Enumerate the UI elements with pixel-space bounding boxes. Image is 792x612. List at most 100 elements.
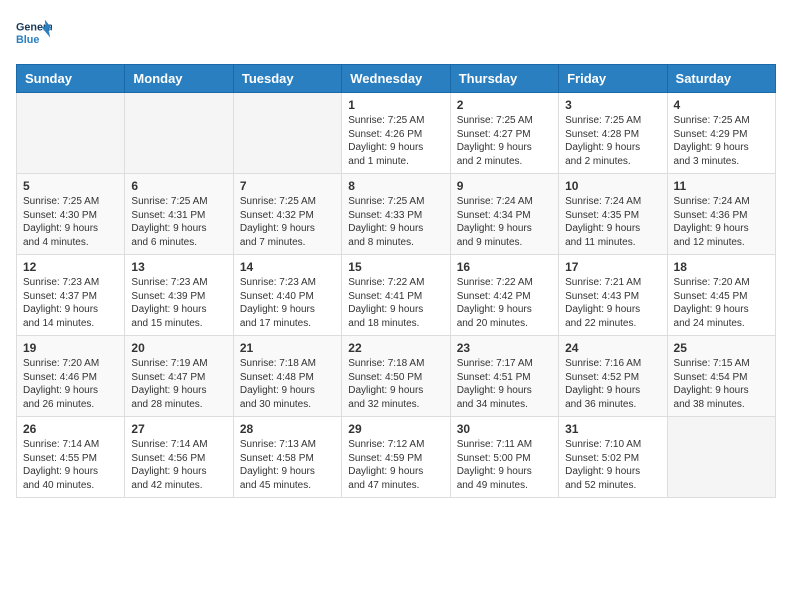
calendar-week-row: 12 Sunrise: 7:23 AM Sunset: 4:37 PM Dayli… [17,255,776,336]
calendar-week-row: 26 Sunrise: 7:14 AM Sunset: 4:55 PM Dayli… [17,417,776,498]
calendar-cell: 1 Sunrise: 7:25 AM Sunset: 4:26 PM Daylig… [342,93,450,174]
day-info: Sunrise: 7:20 AM Sunset: 4:45 PM Dayligh… [674,276,769,330]
day-number: 4 [674,98,769,112]
calendar-cell: 6 Sunrise: 7:25 AM Sunset: 4:31 PM Daylig… [125,174,233,255]
calendar-cell: 13 Sunrise: 7:23 AM Sunset: 4:39 PM Dayli… [125,255,233,336]
calendar-cell: 20Sunrise: 7:19 AM Sunset: 4:47 PM Dayli… [125,336,233,417]
day-info: Sunrise: 7:16 AM Sunset: 4:52 PM Dayligh… [565,357,660,411]
day-number: 13 [131,260,226,274]
day-number: 18 [674,260,769,274]
weekday-header: Monday [125,65,233,93]
calendar-cell: 26 Sunrise: 7:14 AM Sunset: 4:55 PM Dayli… [17,417,125,498]
day-number: 31 [565,422,660,436]
day-info: Sunrise: 7:25 AM Sunset: 4:29 PM Dayligh… [674,114,769,168]
weekday-header: Tuesday [233,65,341,93]
calendar-cell: 18 Sunrise: 7:20 AM Sunset: 4:45 PM Dayli… [667,255,775,336]
calendar-cell: 14Sunrise: 7:23 AM Sunset: 4:40 PM Dayli… [233,255,341,336]
calendar-cell: 29Sunrise: 7:12 AM Sunset: 4:59 PM Dayli… [342,417,450,498]
day-number: 28 [240,422,335,436]
calendar-cell: 31 Sunrise: 7:10 AM Sunset: 5:02 PM Dayli… [559,417,667,498]
logo: GeneralBlue [16,16,52,52]
day-number: 12 [23,260,118,274]
day-number: 5 [23,179,118,193]
day-number: 9 [457,179,552,193]
calendar-cell: 3Sunrise: 7:25 AM Sunset: 4:28 PM Daylig… [559,93,667,174]
weekday-header: Thursday [450,65,558,93]
logo-icon: GeneralBlue [16,16,52,52]
day-number: 15 [348,260,443,274]
weekday-header: Friday [559,65,667,93]
calendar-cell: 19 Sunrise: 7:20 AM Sunset: 4:46 PM Dayli… [17,336,125,417]
day-info: Sunrise: 7:18 AM Sunset: 4:50 PM Dayligh… [348,357,443,411]
calendar-cell: 10Sunrise: 7:24 AM Sunset: 4:35 PM Dayli… [559,174,667,255]
weekday-header: Sunday [17,65,125,93]
day-info: Sunrise: 7:14 AM Sunset: 4:55 PM Dayligh… [23,438,118,492]
day-number: 16 [457,260,552,274]
day-info: Sunrise: 7:25 AM Sunset: 4:31 PM Dayligh… [131,195,226,249]
calendar-cell: 27Sunrise: 7:14 AM Sunset: 4:56 PM Dayli… [125,417,233,498]
calendar-cell: 12 Sunrise: 7:23 AM Sunset: 4:37 PM Dayli… [17,255,125,336]
day-number: 25 [674,341,769,355]
calendar-cell: 15 Sunrise: 7:22 AM Sunset: 4:41 PM Dayli… [342,255,450,336]
calendar-week-row: 1 Sunrise: 7:25 AM Sunset: 4:26 PM Daylig… [17,93,776,174]
calendar-cell: 24 Sunrise: 7:16 AM Sunset: 4:52 PM Dayli… [559,336,667,417]
calendar-cell [125,93,233,174]
svg-text:Blue: Blue [16,34,39,46]
day-number: 19 [23,341,118,355]
day-info: Sunrise: 7:15 AM Sunset: 4:54 PM Dayligh… [674,357,769,411]
day-info: Sunrise: 7:25 AM Sunset: 4:32 PM Dayligh… [240,195,335,249]
day-info: Sunrise: 7:24 AM Sunset: 4:36 PM Dayligh… [674,195,769,249]
calendar-cell [667,417,775,498]
day-info: Sunrise: 7:20 AM Sunset: 4:46 PM Dayligh… [23,357,118,411]
day-info: Sunrise: 7:11 AM Sunset: 5:00 PM Dayligh… [457,438,552,492]
day-number: 6 [131,179,226,193]
calendar-cell: 7 Sunrise: 7:25 AM Sunset: 4:32 PM Daylig… [233,174,341,255]
calendar-cell: 4 Sunrise: 7:25 AM Sunset: 4:29 PM Daylig… [667,93,775,174]
day-number: 21 [240,341,335,355]
calendar-cell: 23 Sunrise: 7:17 AM Sunset: 4:51 PM Dayli… [450,336,558,417]
calendar-cell: 8Sunrise: 7:25 AM Sunset: 4:33 PM Daylig… [342,174,450,255]
day-number: 26 [23,422,118,436]
day-info: Sunrise: 7:25 AM Sunset: 4:28 PM Dayligh… [565,114,660,168]
day-info: Sunrise: 7:18 AM Sunset: 4:48 PM Dayligh… [240,357,335,411]
day-number: 29 [348,422,443,436]
calendar: SundayMondayTuesdayWednesdayThursdayFrid… [16,64,776,498]
calendar-cell: 28Sunrise: 7:13 AM Sunset: 4:58 PM Dayli… [233,417,341,498]
day-number: 30 [457,422,552,436]
day-number: 22 [348,341,443,355]
day-info: Sunrise: 7:25 AM Sunset: 4:30 PM Dayligh… [23,195,118,249]
calendar-cell [17,93,125,174]
day-number: 1 [348,98,443,112]
day-info: Sunrise: 7:21 AM Sunset: 4:43 PM Dayligh… [565,276,660,330]
calendar-cell: 25 Sunrise: 7:15 AM Sunset: 4:54 PM Dayli… [667,336,775,417]
calendar-cell: 21 Sunrise: 7:18 AM Sunset: 4:48 PM Dayli… [233,336,341,417]
day-number: 27 [131,422,226,436]
weekday-header-row: SundayMondayTuesdayWednesdayThursdayFrid… [17,65,776,93]
calendar-cell: 16Sunrise: 7:22 AM Sunset: 4:42 PM Dayli… [450,255,558,336]
day-number: 2 [457,98,552,112]
day-info: Sunrise: 7:25 AM Sunset: 4:27 PM Dayligh… [457,114,552,168]
calendar-cell: 9 Sunrise: 7:24 AM Sunset: 4:34 PM Daylig… [450,174,558,255]
day-number: 24 [565,341,660,355]
day-number: 20 [131,341,226,355]
weekday-header: Saturday [667,65,775,93]
day-info: Sunrise: 7:22 AM Sunset: 4:41 PM Dayligh… [348,276,443,330]
day-info: Sunrise: 7:25 AM Sunset: 4:26 PM Dayligh… [348,114,443,168]
calendar-week-row: 5 Sunrise: 7:25 AM Sunset: 4:30 PM Daylig… [17,174,776,255]
calendar-week-row: 19 Sunrise: 7:20 AM Sunset: 4:46 PM Dayli… [17,336,776,417]
day-info: Sunrise: 7:23 AM Sunset: 4:39 PM Dayligh… [131,276,226,330]
day-info: Sunrise: 7:24 AM Sunset: 4:35 PM Dayligh… [565,195,660,249]
calendar-cell: 2 Sunrise: 7:25 AM Sunset: 4:27 PM Daylig… [450,93,558,174]
day-number: 23 [457,341,552,355]
day-number: 17 [565,260,660,274]
day-number: 7 [240,179,335,193]
day-info: Sunrise: 7:10 AM Sunset: 5:02 PM Dayligh… [565,438,660,492]
day-info: Sunrise: 7:24 AM Sunset: 4:34 PM Dayligh… [457,195,552,249]
calendar-cell [233,93,341,174]
calendar-cell: 30 Sunrise: 7:11 AM Sunset: 5:00 PM Dayli… [450,417,558,498]
day-info: Sunrise: 7:23 AM Sunset: 4:37 PM Dayligh… [23,276,118,330]
page-header: GeneralBlue [16,16,776,52]
day-info: Sunrise: 7:17 AM Sunset: 4:51 PM Dayligh… [457,357,552,411]
calendar-cell: 17 Sunrise: 7:21 AM Sunset: 4:43 PM Dayli… [559,255,667,336]
day-number: 8 [348,179,443,193]
